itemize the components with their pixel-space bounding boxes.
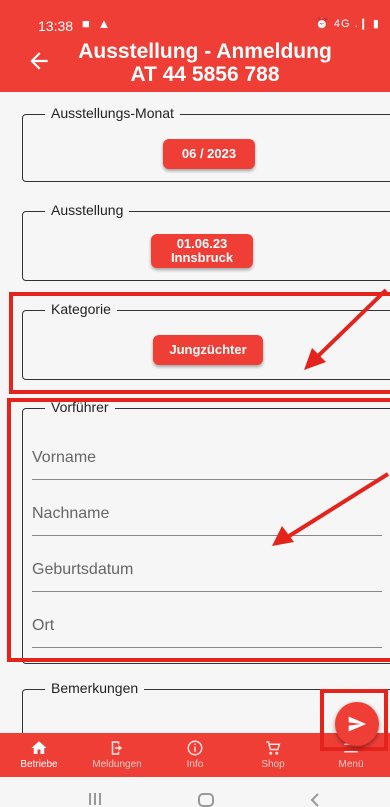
nav-item-shop[interactable]: Shop — [234, 733, 312, 777]
exhibition-date: 01.06.23 — [176, 236, 228, 251]
logout-icon — [111, 741, 123, 755]
nav-label: Betriebe — [20, 759, 58, 770]
nav-label: Menü — [338, 759, 364, 770]
nav-label: Meldungen — [92, 759, 142, 770]
cart-icon — [266, 741, 281, 755]
system-navigation-bar — [0, 777, 390, 807]
section-ausstellungs-monat: Ausstellungs-Monat 06 / 2023 — [22, 105, 390, 182]
exhibition-select-button[interactable]: 01.06.23 Innsbruck — [151, 234, 253, 268]
status-bar: 13:38 ■ ▲ ⏰ 4G .❙ ▮ — [0, 0, 390, 34]
system-back-icon[interactable] — [310, 793, 320, 807]
notification-icons: ■ ▲ — [82, 16, 113, 31]
section-legend: Ausstellung — [45, 202, 130, 218]
nav-label: Shop — [261, 759, 285, 770]
home-icon — [31, 741, 47, 754]
send-icon — [348, 716, 367, 732]
annotation-arrow-icon — [304, 288, 388, 370]
section-ausstellung: Ausstellung 01.06.23 Innsbruck — [22, 202, 390, 281]
page-title-line1: Ausstellung - Anmeldung — [78, 40, 332, 63]
annotation-arrow-icon — [272, 472, 390, 546]
app-header: 13:38 ■ ▲ ⏰ 4G .❙ ▮ Ausstellung - Anmeld… — [0, 0, 390, 92]
send-button[interactable] — [335, 702, 379, 746]
nav-item-info[interactable]: Info — [156, 733, 234, 777]
nav-item-meldungen[interactable]: Meldungen — [78, 733, 156, 777]
info-icon — [187, 740, 203, 756]
section-legend: Bemerkungen — [45, 680, 145, 696]
section-legend: Ausstellungs-Monat — [45, 105, 180, 121]
system-status-icons: ⏰ 4G .❙ ▮ — [315, 18, 380, 30]
page-title: Ausstellung - Anmeldung AT 44 5856 788 — [60, 40, 350, 86]
home-button-icon[interactable] — [198, 793, 214, 807]
recent-apps-icon[interactable] — [88, 793, 102, 805]
month-select-button[interactable]: 06 / 2023 — [163, 139, 255, 169]
status-time: 13:38 — [38, 18, 74, 34]
nav-item-betriebe[interactable]: Betriebe — [0, 733, 78, 777]
back-arrow-icon[interactable] — [26, 48, 52, 74]
nav-label: Info — [186, 759, 204, 770]
page-title-line2: AT 44 5856 788 — [130, 63, 280, 86]
exhibition-place: Innsbruck — [170, 250, 234, 265]
